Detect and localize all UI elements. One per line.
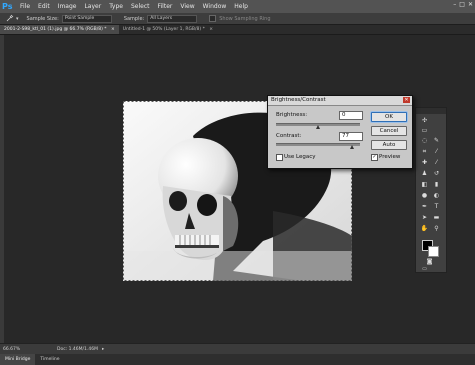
use-legacy-checkbox[interactable] [276, 154, 283, 161]
screen-mode-icon[interactable]: ▭ [420, 265, 429, 273]
lasso-tool-icon[interactable]: ◌ [420, 137, 429, 145]
bottom-panel-tabs: Mini Bridge Timeline [0, 354, 475, 365]
status-bar: 66.67% Doc: 1.46M/1.46M ▸ [0, 343, 475, 354]
menu-window[interactable]: Window [203, 3, 227, 10]
close-icon[interactable]: ✕ [403, 97, 410, 103]
sample-select[interactable]: All Layers [147, 14, 198, 23]
menu-type[interactable]: Type [109, 3, 123, 10]
tools-panel-header[interactable] [416, 108, 446, 114]
brightness-contrast-dialog: Brightness/Contrast ✕ Brightness: 0 Cont… [267, 95, 413, 169]
brush-tool-icon[interactable]: ⁄ [432, 159, 441, 167]
menu-select[interactable]: Select [131, 3, 150, 10]
zoom-level[interactable]: 66.67% [3, 347, 43, 352]
tool-preset-dropdown-icon[interactable]: ▾ [16, 16, 19, 22]
contrast-input[interactable]: 77 [339, 132, 363, 141]
tools-panel: ✣ ▭ ◌ ✎ ⌗ ⁄ ✚ ⁄ ♟ ↺ ◧ ▮ ● ◐ ✒ T ➤ ▬ ✋ ⚲ … [415, 107, 447, 273]
sample-label: Sample: [123, 15, 145, 22]
contrast-slider-handle[interactable] [350, 145, 354, 149]
tab-label: 2001-2-S98_ktl_01 (1).jpg @ 66.7% (RGB/8… [4, 27, 107, 32]
menu-file[interactable]: File [20, 3, 30, 10]
eraser-tool-icon[interactable]: ◧ [420, 181, 429, 189]
zoom-tool-icon[interactable]: ⚲ [432, 225, 441, 233]
dialog-title-bar[interactable]: Brightness/Contrast ✕ [268, 96, 412, 106]
tab-document-1[interactable]: 2001-2-S98_ktl_01 (1).jpg @ 66.7% (RGB/8… [0, 25, 119, 34]
auto-button[interactable]: Auto [371, 140, 407, 150]
menu-edit[interactable]: Edit [38, 3, 50, 10]
tab-timeline[interactable]: Timeline [35, 354, 64, 365]
sample-size-select[interactable]: Point Sample [61, 14, 112, 23]
preview-checkbox[interactable]: ✓ [371, 154, 378, 161]
left-panel-strip [0, 35, 4, 343]
healing-brush-tool-icon[interactable]: ✚ [420, 159, 429, 167]
maximize-button[interactable]: □ [459, 1, 465, 8]
close-tab-icon[interactable]: × [111, 27, 115, 32]
tab-document-2[interactable]: Untitled-1 @ 50% (Layer 1, RGB/8) * × [119, 25, 217, 34]
path-selection-tool-icon[interactable]: ➤ [420, 214, 429, 222]
menu-view[interactable]: View [180, 3, 194, 10]
quick-select-tool-icon[interactable]: ✎ [432, 137, 441, 145]
sample-size-label: Sample Size: [26, 15, 59, 22]
type-tool-icon[interactable]: T [432, 203, 441, 211]
photoshop-logo: Ps [2, 2, 13, 11]
crop-tool-icon[interactable]: ⌗ [420, 148, 429, 156]
contrast-label: Contrast: [276, 133, 302, 139]
show-sampling-ring-checkbox[interactable] [209, 15, 217, 22]
gradient-tool-icon[interactable]: ▮ [432, 181, 441, 189]
background-color-swatch[interactable] [428, 246, 439, 257]
menu-bar: Ps File Edit Image Layer Type Select Fil… [0, 0, 475, 13]
eyedropper-icon[interactable] [6, 14, 16, 24]
pen-tool-icon[interactable]: ✒ [420, 203, 429, 211]
blur-tool-icon[interactable]: ● [420, 192, 429, 200]
cancel-button[interactable]: Cancel [371, 126, 407, 136]
ok-button[interactable]: OK [371, 112, 407, 122]
options-bar: ▾ Sample Size: Point Sample Sample: All … [0, 13, 475, 25]
dodge-tool-icon[interactable]: ◐ [432, 192, 441, 200]
menu-image[interactable]: Image [58, 3, 77, 10]
status-menu-icon[interactable]: ▸ [102, 347, 104, 352]
move-tool-icon[interactable]: ✣ [420, 117, 429, 125]
close-tab-icon[interactable]: × [209, 27, 213, 32]
close-window-button[interactable]: ✕ [468, 1, 473, 8]
history-brush-tool-icon[interactable]: ↺ [432, 170, 441, 178]
use-legacy-label: Use Legacy [284, 154, 316, 160]
shape-tool-icon[interactable]: ▬ [432, 214, 441, 222]
dialog-title: Brightness/Contrast [271, 97, 326, 103]
eyedropper-tool-icon[interactable]: ⁄ [432, 148, 441, 156]
menu-filter[interactable]: Filter [158, 3, 173, 10]
show-sampling-ring-label: Show Sampling Ring [219, 15, 271, 22]
brightness-slider-handle[interactable] [316, 125, 320, 129]
minimize-button[interactable]: – [453, 1, 456, 8]
preview-label: Preview [379, 154, 401, 160]
tab-mini-bridge[interactable]: Mini Bridge [0, 354, 36, 365]
marquee-tool-icon[interactable]: ▭ [420, 127, 429, 135]
brightness-input[interactable]: 0 [339, 111, 363, 120]
contrast-slider-track[interactable] [276, 143, 360, 146]
brightness-label: Brightness: [276, 112, 308, 118]
document-size: Doc: 1.46M/1.46M [57, 346, 98, 352]
menu-layer[interactable]: Layer [84, 3, 101, 10]
clone-stamp-tool-icon[interactable]: ♟ [420, 170, 429, 178]
document-tab-bar: 2001-2-S98_ktl_01 (1).jpg @ 66.7% (RGB/8… [0, 25, 475, 35]
hand-tool-icon[interactable]: ✋ [420, 225, 429, 233]
tab-label: Untitled-1 @ 50% (Layer 1, RGB/8) * [122, 27, 205, 32]
menu-help[interactable]: Help [234, 3, 248, 10]
